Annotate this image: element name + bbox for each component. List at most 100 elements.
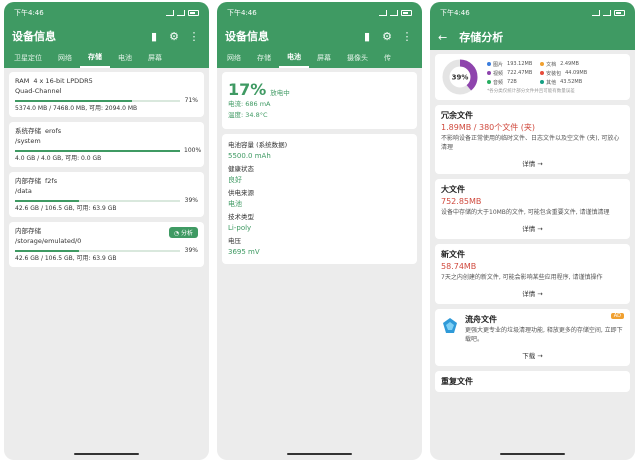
home-indicator[interactable] — [500, 453, 565, 455]
legend-dot — [487, 62, 491, 66]
legend-item: 安装包 44.09MB — [540, 70, 587, 77]
tab-storage[interactable]: 存储 — [80, 48, 110, 68]
pie-chart-icon: ◔ — [173, 230, 181, 237]
signal-icon — [603, 10, 611, 16]
ram-detail: 5374.0 MB / 7468.0 MB, 可用: 2094.0 MB — [15, 105, 138, 112]
system-fs: erofs — [45, 127, 62, 135]
analyze-button[interactable]: ◔ 分析 — [168, 227, 198, 238]
system-usage-bar — [15, 149, 180, 152]
technology-value: Li-poly — [228, 224, 252, 232]
battery-icon[interactable]: ▮ — [360, 29, 374, 43]
signal-icon — [390, 10, 398, 16]
legend-dot — [540, 62, 545, 66]
storage-legend: 图片 193.12MB 文档 2.49MB 视频 722.47MB 安装包 44.09MB 音频… — [487, 61, 587, 94]
new-title: 新文件 — [441, 250, 465, 259]
redundant-details-link[interactable]: 详情 → — [441, 158, 624, 170]
status-time: 下午4:46 — [440, 9, 470, 17]
legend-name: 音频 — [493, 79, 504, 86]
large-details-link[interactable]: 详情 → — [441, 223, 624, 235]
storage-donut-chart: 39% — [442, 59, 478, 95]
status-bar: 下午4:46 — [217, 2, 422, 24]
system-storage-card: 系统存储 erofs /system 100% 4.0 GB / 4.0 GB, … — [9, 122, 204, 167]
status-bar: 下午4:46 — [430, 2, 635, 24]
legend-name: 其他 — [546, 79, 557, 86]
ram-percent: 71% — [184, 97, 198, 104]
technology-label: 技术类型 — [228, 213, 254, 221]
legend-item: 图片 193.12MB — [487, 61, 534, 68]
legend-value: 44.09MB — [565, 70, 588, 76]
legend-name: 安装包 — [546, 70, 562, 77]
ad-card[interactable]: AD 流舟文件 更强大更专业的垃圾清理功能, 释放更多的存储空间, 立即下载吧。… — [435, 309, 630, 366]
ad-title: 流舟文件 — [465, 315, 497, 324]
legend-name: 文档 — [546, 61, 557, 68]
legend-value: 193.12MB — [507, 61, 533, 67]
capacity-value: 5500.0 mAh — [228, 152, 271, 160]
tab-sensor[interactable]: 传 — [376, 48, 399, 68]
tab-storage[interactable]: 存储 — [249, 48, 279, 68]
legend-item: 文档 2.49MB — [540, 61, 587, 68]
duplicate-title: 重复文件 — [441, 377, 473, 386]
legend-name: 视频 — [493, 70, 504, 77]
screen-battery: 下午4:46 设备信息 ▮ ⚙ ⋮ 网络 存储 电池 屏幕 摄像头 传 17% 放… — [217, 2, 422, 460]
tab-bar: 卫星定位 网络 存储 电池 屏幕 — [4, 48, 209, 68]
status-time: 下午4:46 — [14, 9, 44, 17]
legend-dot — [487, 71, 491, 75]
internal-percent: 39% — [184, 197, 198, 204]
legend-item: 视频 722.47MB — [487, 70, 534, 77]
status-bar: 下午4:46 — [4, 2, 209, 24]
status-time: 下午4:46 — [227, 9, 257, 17]
system-label: 系统存储 — [15, 127, 41, 135]
tab-bar: 网络 存储 电池 屏幕 摄像头 传 — [217, 48, 422, 68]
screen-storage: 下午4:46 设备信息 ▮ ⚙ ⋮ 卫星定位 网络 存储 电池 屏幕 RAM 4 … — [4, 2, 209, 460]
more-vertical-icon[interactable]: ⋮ — [187, 29, 201, 43]
tab-gps[interactable]: 卫星定位 — [6, 48, 50, 68]
tab-network[interactable]: 网络 — [50, 48, 80, 68]
power-source-value: 电池 — [228, 200, 242, 208]
new-files-card[interactable]: 新文件 58.74MB 7天之内创建的新文件, 可能会影响某些应用程序, 请谨慎… — [435, 244, 630, 304]
capacity-label: 电池容量 (系统数据) — [228, 141, 288, 149]
internal-detail: 42.6 GB / 106.5 GB, 可用: 63.9 GB — [15, 205, 117, 212]
battery-icon[interactable]: ▮ — [147, 29, 161, 43]
large-value: 752.85MB — [441, 197, 482, 206]
tab-network[interactable]: 网络 — [219, 48, 249, 68]
status-icons — [166, 10, 199, 16]
gear-icon[interactable]: ⚙ — [167, 29, 181, 43]
tab-screen[interactable]: 屏幕 — [309, 48, 339, 68]
home-indicator[interactable] — [287, 453, 352, 455]
new-details-link[interactable]: 详情 → — [441, 288, 624, 300]
ram-label: RAM — [15, 77, 30, 85]
home-indicator[interactable] — [74, 453, 139, 455]
battery-status-icon — [614, 10, 625, 16]
ad-download-link[interactable]: 下载 → — [441, 350, 624, 362]
battery-percent: 17% — [228, 80, 267, 99]
tab-screen[interactable]: 屏幕 — [140, 48, 170, 68]
app-bar: 设备信息 ▮ ⚙ ⋮ — [4, 24, 209, 48]
battery-current: 电流: 686 mA — [228, 100, 271, 108]
gear-icon[interactable]: ⚙ — [380, 29, 394, 43]
system-path: /system — [15, 137, 41, 145]
tab-camera[interactable]: 摄像头 — [339, 48, 376, 68]
more-vertical-icon[interactable]: ⋮ — [400, 29, 414, 43]
duplicate-files-card[interactable]: 重复文件 — [435, 371, 630, 392]
internal-fs: f2fs — [45, 177, 58, 185]
large-files-card[interactable]: 大文件 752.85MB 设备中存储的大于10MB的文件, 可能包含重要文件, … — [435, 179, 630, 239]
health-label: 健康状态 — [228, 165, 254, 173]
health-value: 良好 — [228, 176, 242, 184]
analyze-button-label: 分析 — [180, 230, 193, 237]
emulated-detail: 42.6 GB / 106.5 GB, 可用: 63.9 GB — [15, 255, 117, 262]
internal-storage-card: 内部存储 f2fs /data 39% 42.6 GB / 106.5 GB, 可… — [9, 172, 204, 217]
tab-battery[interactable]: 电池 — [279, 48, 309, 68]
legend-dot — [540, 71, 545, 75]
app-title: 设备信息 — [12, 30, 56, 43]
redundant-value: 1.89MB / 380个文件 (夹) — [441, 123, 536, 132]
redundant-title: 冗余文件 — [441, 111, 473, 120]
legend-name: 图片 — [493, 61, 504, 68]
signal-icon — [166, 10, 174, 16]
redundant-files-card[interactable]: 冗余文件 1.89MB / 380个文件 (夹) 不影响设备正常使用的临时文件、… — [435, 105, 630, 174]
tab-battery[interactable]: 电池 — [110, 48, 140, 68]
app-logo-icon — [443, 318, 457, 333]
donut-percent: 39% — [452, 74, 469, 82]
ram-channel: Quad-Channel — [15, 87, 62, 95]
large-desc: 设备中存储的大于10MB的文件, 可能包含重要文件, 请谨慎清理 — [441, 209, 610, 216]
arrow-left-icon[interactable]: ← — [438, 31, 447, 44]
